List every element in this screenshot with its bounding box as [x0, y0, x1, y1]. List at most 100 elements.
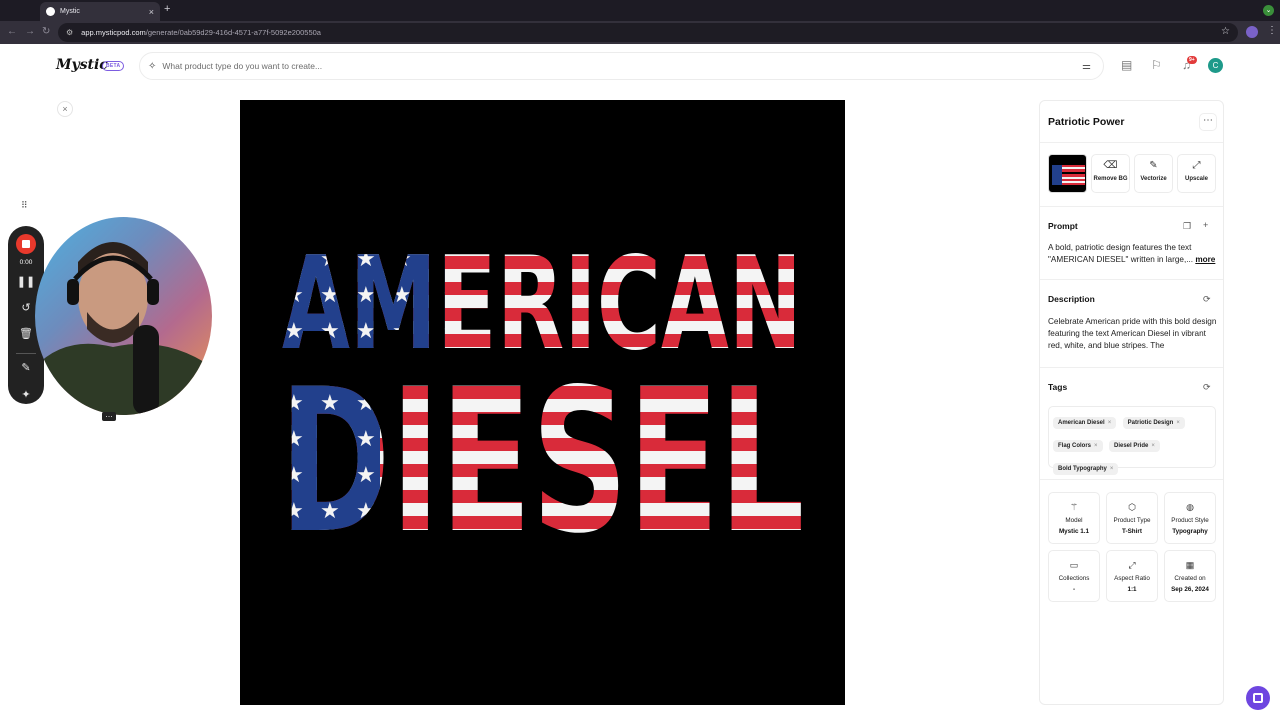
- reload-icon[interactable]: ↻: [42, 26, 50, 37]
- design-details-panel: Patriotic Power ⋯ ⌫ Remove BG ✎ Vectoriz…: [1039, 100, 1224, 705]
- folder-icon: ▭: [1069, 560, 1079, 570]
- bookmark-icon[interactable]: ⚐: [1151, 58, 1162, 72]
- webcam-bubble[interactable]: [35, 217, 212, 415]
- divider: [1040, 279, 1223, 280]
- mystic-favicon-icon: [46, 7, 55, 16]
- divider: [1040, 142, 1223, 143]
- draw-pen-icon[interactable]: ✎: [8, 361, 44, 374]
- pen-icon: ✎: [1149, 160, 1158, 171]
- new-tab-icon[interactable]: +: [164, 3, 170, 15]
- upscale-button[interactable]: ⤢ Upscale: [1177, 154, 1216, 193]
- stop-recording-button[interactable]: [16, 234, 36, 254]
- user-avatar[interactable]: C: [1208, 58, 1223, 73]
- extension-avatar[interactable]: [1246, 26, 1258, 38]
- divider: [1040, 479, 1223, 480]
- meta-value: -: [1072, 586, 1076, 593]
- effects-icon[interactable]: ✦: [8, 388, 44, 401]
- meta-label: Product Style: [1171, 517, 1209, 524]
- description-text: Celebrate American pride with this bold …: [1048, 317, 1217, 350]
- tag-chip[interactable]: Bold Typography ×: [1053, 463, 1119, 475]
- prompt-text: A bold, patriotic design features the te…: [1048, 242, 1218, 266]
- meta-label: Model: [1065, 517, 1083, 524]
- tag-label: Patriotic Design: [1127, 420, 1174, 426]
- meta-model: ⚚ Model Mystic 1.1: [1048, 492, 1100, 544]
- more-options-icon[interactable]: ⋯: [1199, 113, 1217, 131]
- meta-label: Aspect Ratio: [1114, 575, 1150, 582]
- regenerate-icon[interactable]: ⟳: [1203, 294, 1211, 305]
- design-thumbnail[interactable]: [1048, 154, 1087, 193]
- remove-bg-button[interactable]: ⌫ Remove BG: [1091, 154, 1130, 193]
- stop-icon: [22, 240, 30, 248]
- tag-chip[interactable]: American Diesel ×: [1053, 417, 1117, 429]
- divider: [1040, 206, 1223, 207]
- remove-tag-icon[interactable]: ×: [1176, 420, 1180, 426]
- meta-created-on: ▦ Created on Sep 26, 2024: [1164, 550, 1216, 602]
- meta-label: Created on: [1174, 575, 1206, 582]
- meta-label: Collections: [1058, 575, 1090, 582]
- thumbnail-art: [1052, 165, 1085, 185]
- meta-collections[interactable]: ▭ Collections -: [1048, 550, 1100, 602]
- product-search-input[interactable]: [162, 61, 1083, 71]
- tag-label: Bold Typography: [1058, 466, 1107, 472]
- prompt-heading: Prompt: [1048, 221, 1078, 231]
- toolbar-divider: [16, 353, 36, 354]
- notification-badge: 9+: [1187, 56, 1197, 64]
- site-settings-icon[interactable]: ⚙: [66, 28, 73, 37]
- upscale-label: Upscale: [1184, 176, 1208, 182]
- webcam-options-icon[interactable]: …: [102, 411, 116, 421]
- copy-icon[interactable]: ❐: [1183, 221, 1191, 232]
- prompt-search-bar: ✧ ⚌: [139, 52, 1104, 80]
- url-path: /generate/0ab59d29-416d-4571-a77f-5092e2…: [145, 28, 321, 37]
- remove-tag-icon[interactable]: ×: [1094, 443, 1098, 449]
- browser-menu-icon[interactable]: ⋮: [1267, 25, 1277, 36]
- tag-chip[interactable]: Patriotic Design ×: [1122, 417, 1185, 429]
- tab-search-icon[interactable]: ⌄: [1263, 5, 1274, 16]
- url-host: app.mysticpod.com: [81, 28, 146, 37]
- remove-tag-icon[interactable]: ×: [1151, 443, 1155, 449]
- chat-support-button[interactable]: [1246, 686, 1270, 710]
- tag-chip[interactable]: Flag Colors ×: [1053, 440, 1103, 452]
- tag-chip[interactable]: Diesel Pride ×: [1108, 440, 1160, 452]
- recording-timer: 0:00: [19, 259, 33, 266]
- prompt-more-link[interactable]: more: [1195, 255, 1215, 264]
- tab-title: Mystic: [60, 8, 80, 15]
- presenter-video: [35, 242, 212, 415]
- meta-value: Mystic 1.1: [1058, 528, 1090, 535]
- bookmark-star-icon[interactable]: ☆: [1221, 26, 1230, 37]
- upscale-icon: ⤢: [1192, 160, 1201, 171]
- tags-heading: Tags: [1048, 382, 1068, 392]
- tab-close-icon[interactable]: ×: [149, 7, 154, 17]
- divider: [1040, 367, 1223, 368]
- remove-tag-icon[interactable]: ×: [1110, 466, 1114, 472]
- magic-wand-icon: ✧: [148, 60, 157, 72]
- add-icon[interactable]: +: [1203, 220, 1208, 230]
- mystic-logo[interactable]: Mystic: [56, 57, 108, 73]
- filters-icon[interactable]: ⚌: [1082, 61, 1091, 72]
- american-diesel-artwork: ★ AMERICAN AMERICAN DIESEL DIESEL: [280, 230, 805, 577]
- tag-label: Flag Colors: [1058, 443, 1092, 449]
- remove-tag-icon[interactable]: ×: [1108, 420, 1112, 426]
- address-bar[interactable]: ⚙ app.mysticpod.com/generate/0ab59d29-41…: [58, 23, 1238, 42]
- meta-aspect-ratio: ⤢ Aspect Ratio 1:1: [1106, 550, 1158, 602]
- forward-arrow-icon[interactable]: →: [25, 26, 35, 37]
- regenerate-tags-icon[interactable]: ⟳: [1203, 382, 1211, 393]
- meta-value: T-Shirt: [1122, 528, 1142, 535]
- wand-icon: ⚚: [1069, 502, 1079, 512]
- meta-value: Typography: [1172, 528, 1208, 535]
- layout-icon[interactable]: ▤: [1121, 58, 1132, 72]
- back-arrow-icon[interactable]: ←: [7, 26, 17, 37]
- meta-value: Sep 26, 2024: [1171, 586, 1209, 593]
- expand-icon: ⤢: [1128, 560, 1136, 570]
- prompt-body: A bold, patriotic design features the te…: [1048, 243, 1194, 264]
- browser-tab[interactable]: Mystic ×: [40, 2, 160, 21]
- drag-handle-icon[interactable]: ⠿: [21, 200, 28, 211]
- box-icon: ⬡: [1128, 502, 1136, 512]
- remove-bg-label: Remove BG: [1093, 176, 1128, 182]
- close-icon[interactable]: ×: [57, 101, 73, 117]
- tag-label: American Diesel: [1058, 420, 1105, 426]
- calendar-icon: ▦: [1185, 560, 1195, 570]
- description-heading: Description: [1048, 294, 1095, 304]
- browser-tab-strip: Mystic × + ⌄: [0, 0, 1280, 21]
- vectorize-button[interactable]: ✎ Vectorize: [1134, 154, 1173, 193]
- design-preview: ★ AMERICAN AMERICAN DIESEL DIESEL: [240, 100, 845, 705]
